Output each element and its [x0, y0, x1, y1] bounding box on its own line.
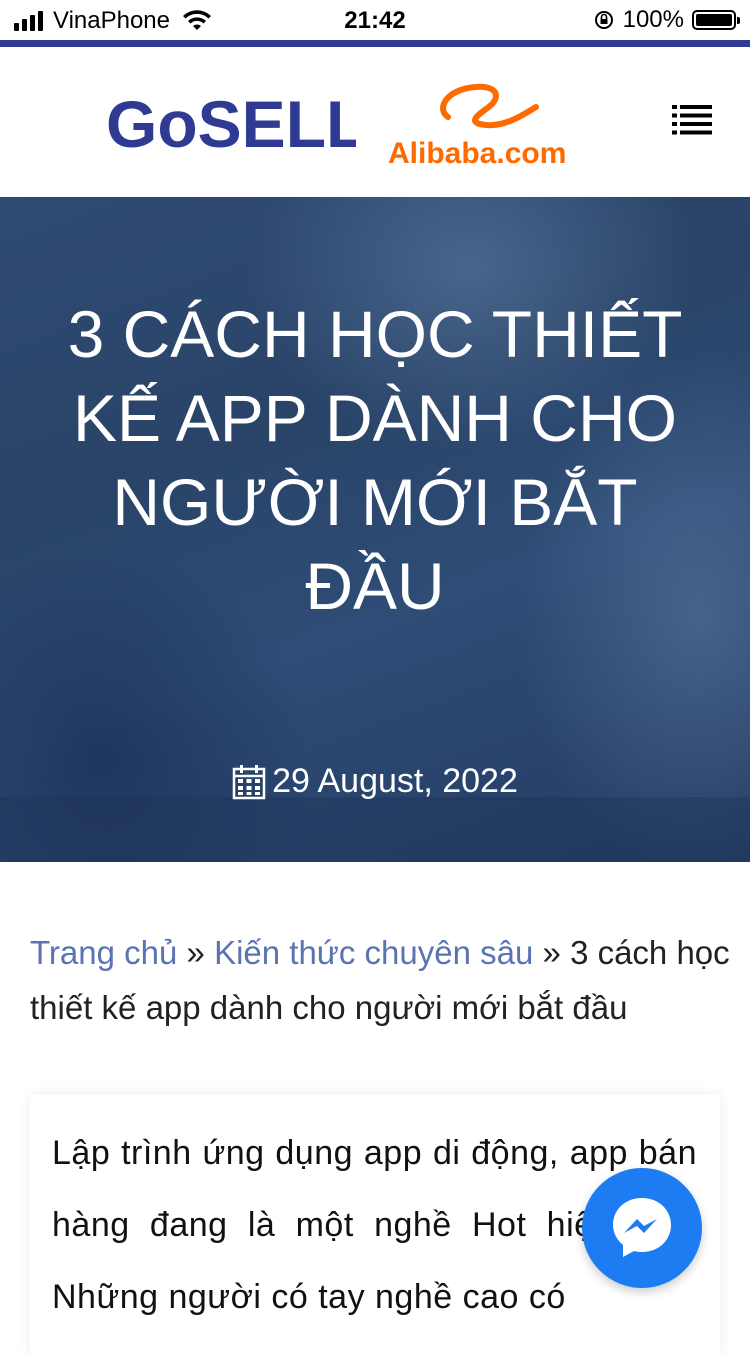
orientation-lock-icon	[594, 11, 613, 29]
messenger-chat-button[interactable]	[582, 1168, 702, 1288]
svg-text:GoSELL: GoSELL	[106, 87, 356, 161]
battery-icon	[692, 10, 740, 30]
post-date: 29 August, 2022	[0, 762, 750, 801]
list-menu-icon[interactable]	[672, 105, 712, 135]
calendar-icon	[232, 764, 266, 799]
hero-banner: 3 CÁCH HỌC THIẾT KẾ APP DÀNH CHO NGƯỜI M…	[0, 197, 750, 862]
status-right: 100%	[593, 6, 740, 34]
breadcrumb-category-link[interactable]: Kiến thức chuyên sâu	[214, 934, 533, 971]
breadcrumb: Trang chủ » Kiến thức chuyên sâu » 3 các…	[30, 925, 730, 1035]
breadcrumb-separator: »	[542, 934, 561, 971]
alibaba-logo[interactable]: Alibaba.com	[386, 79, 586, 171]
messenger-icon	[613, 1198, 671, 1257]
post-date-text: 29 August, 2022	[272, 762, 518, 800]
site-header: GoSELL Alibaba.com	[0, 47, 750, 197]
hero-overlay-band	[0, 797, 750, 862]
status-bar: VinaPhone 21:42 100%	[0, 0, 750, 40]
brand-top-bar	[0, 40, 750, 47]
gosell-logo[interactable]: GoSELL	[106, 75, 356, 175]
svg-text:Alibaba.com: Alibaba.com	[388, 137, 566, 170]
breadcrumb-separator: »	[186, 934, 205, 971]
breadcrumb-home-link[interactable]: Trang chủ	[30, 934, 177, 971]
battery-percent: 100%	[622, 6, 684, 33]
page-title: 3 CÁCH HỌC THIẾT KẾ APP DÀNH CHO NGƯỜI M…	[67, 297, 683, 623]
